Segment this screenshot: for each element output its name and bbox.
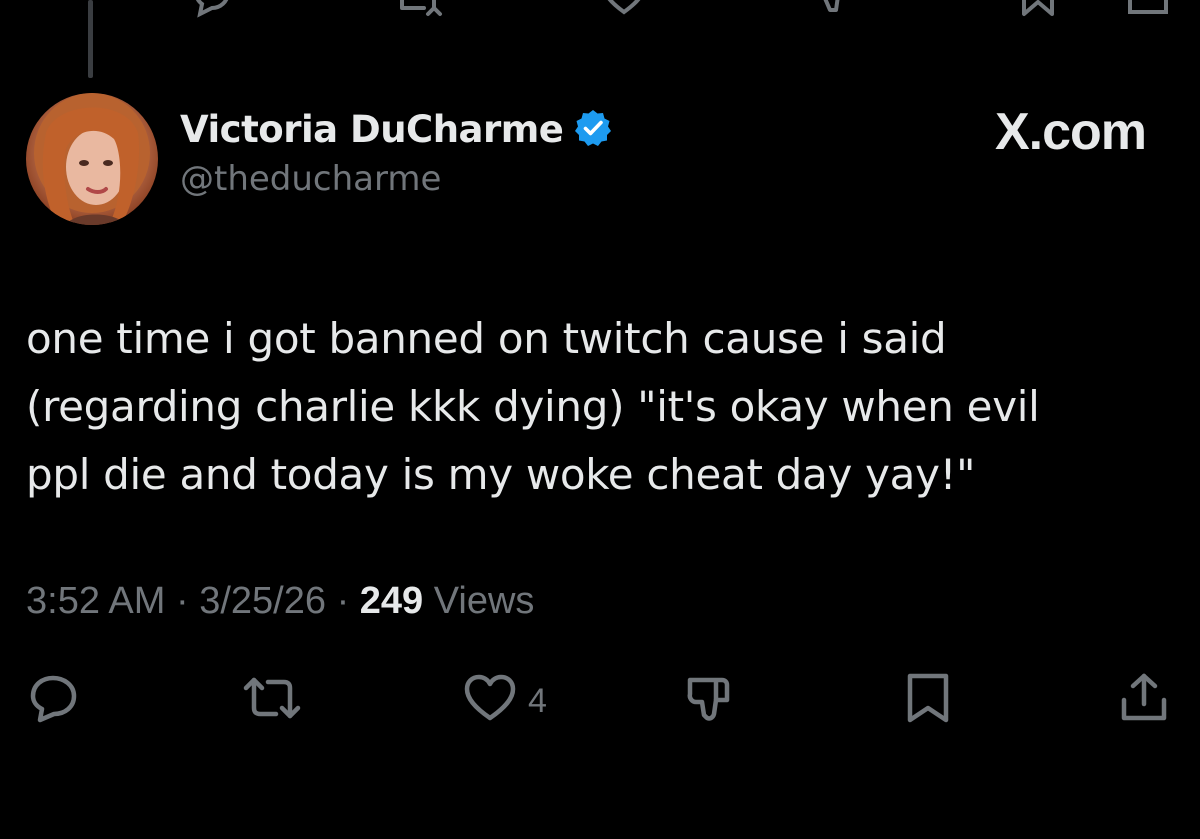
share-button[interactable] xyxy=(1116,670,1172,731)
like-count: 4 xyxy=(528,681,547,720)
x-brand-logo: X.com xyxy=(994,103,1147,161)
previous-tweet-actions: 3 22 xyxy=(0,0,1200,18)
heart-icon xyxy=(462,670,518,731)
tweet-text-line: one time i got banned on twitch cause i … xyxy=(26,314,947,363)
avatar-image xyxy=(34,93,150,225)
tweet-meta: 3:52 AM · 3/25/26 · 249 Views xyxy=(26,578,534,624)
tweet-author-header: Victoria DuCharme @theducharme xyxy=(180,106,613,200)
tweet-date[interactable]: 3/25/26 xyxy=(199,580,326,622)
views-label: Views xyxy=(433,580,535,622)
dislike-icon[interactable] xyxy=(810,0,858,23)
reply-icon xyxy=(26,670,82,731)
meta-separator: · xyxy=(336,580,350,622)
x-logo-text: X.com xyxy=(994,103,1147,161)
verified-badge-icon xyxy=(573,108,613,153)
tweet-text-line: (regarding charlie kkk dying) "it's okay… xyxy=(26,382,1040,431)
tweet-text: one time i got banned on twitch cause i … xyxy=(26,305,1156,509)
share-icon xyxy=(1116,670,1172,731)
bookmark-icon xyxy=(900,670,956,731)
tweet-text-line: ppl die and today is my woke cheat day y… xyxy=(26,450,976,499)
dislike-button[interactable] xyxy=(682,670,738,731)
dislike-icon xyxy=(682,670,738,731)
heart-icon[interactable] xyxy=(600,0,648,23)
name-row: Victoria DuCharme xyxy=(180,106,613,154)
reply-button[interactable] xyxy=(26,670,82,731)
views-count: 249 xyxy=(359,580,424,622)
repost-button[interactable] xyxy=(240,670,304,731)
repost-icon xyxy=(240,670,304,731)
author-handle[interactable]: @theducharme xyxy=(180,158,613,200)
tweet-action-bar: 4 xyxy=(0,670,1200,730)
meta-separator: · xyxy=(175,580,189,622)
share-icon[interactable] xyxy=(1124,0,1172,23)
bookmark-button[interactable] xyxy=(900,670,956,731)
author-display-name[interactable]: Victoria DuCharme xyxy=(180,106,564,154)
reply-icon[interactable] xyxy=(190,0,234,23)
tweet-time[interactable]: 3:52 AM xyxy=(26,580,165,622)
bookmark-icon[interactable] xyxy=(1018,0,1058,23)
avatar[interactable] xyxy=(26,93,158,225)
like-button[interactable]: 4 xyxy=(462,670,547,731)
repost-icon[interactable] xyxy=(390,0,446,23)
